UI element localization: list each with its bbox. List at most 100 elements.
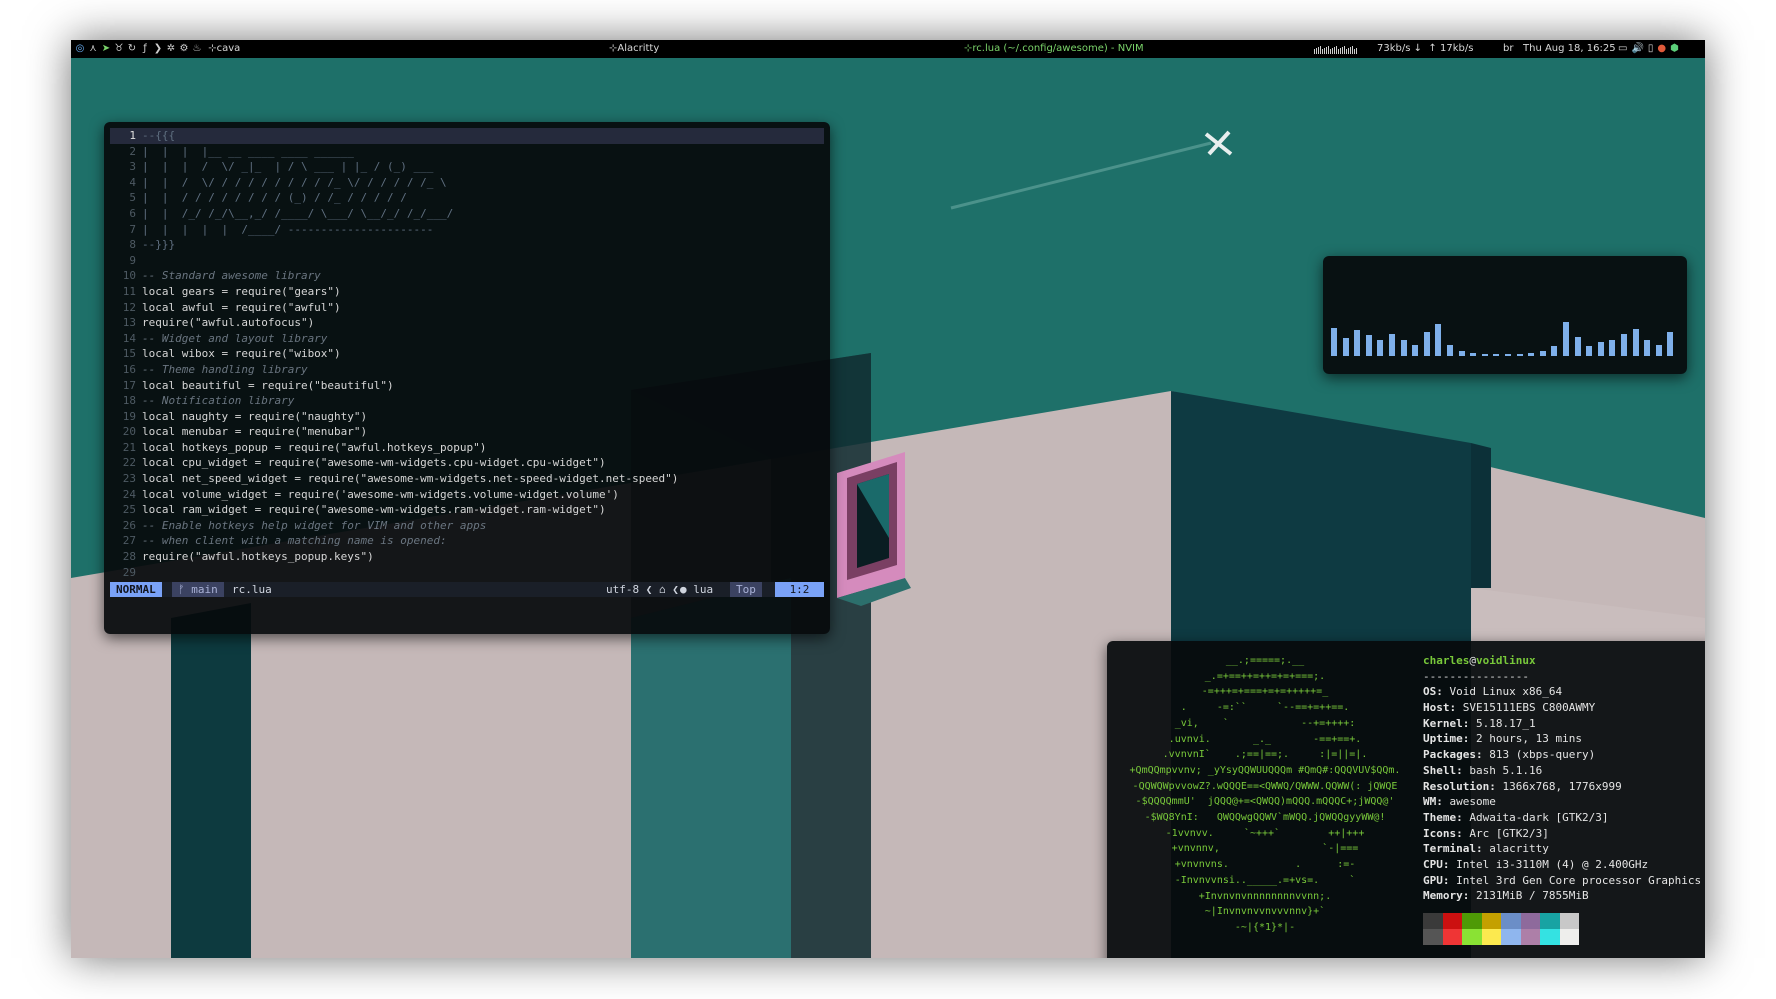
code-line[interactable]: 28 require("awful.hotkeys_popup.keys"): [110, 549, 824, 565]
code-line[interactable]: 10 -- Standard awesome library: [110, 268, 824, 284]
logo-line: -$WQ8YnI: QWQQwgQQWV`mWQQ.jQWQQgyyWW@!: [1144, 812, 1386, 824]
browser-icon[interactable]: ●: [1657, 40, 1666, 58]
arrow-icon[interactable]: ⋏: [88, 40, 98, 58]
battery-icon[interactable]: ▯: [1648, 40, 1654, 58]
line-number: 23: [122, 472, 136, 486]
line-number: 13: [122, 316, 136, 330]
line-number: 11: [122, 284, 136, 298]
visualizer-bar: [1400, 340, 1407, 356]
palette-swatch: [1423, 913, 1443, 929]
line-number: 7: [129, 222, 136, 236]
code-line[interactable]: 3 | | | / \/ _|_ | / \ ___ | |_ / (_) ___: [110, 159, 824, 175]
line-text: local wibox = require("wibox"): [142, 347, 341, 361]
info-value: Intel i3-3110M (4) @ 2.400GHz: [1456, 857, 1649, 871]
cpu-graph-bar: [1350, 47, 1351, 54]
line-number: 27: [122, 534, 136, 548]
code-line[interactable]: 4 | | / \/ / / / / / / / / /_ \/ / / / / …: [110, 175, 824, 191]
nvim-window[interactable]: 1 --{{{2 | | | |__ __ ____ ____ ______ 3 | |…: [104, 122, 830, 634]
code-line[interactable]: 12 local awful = require("awful"): [110, 300, 824, 316]
info-row: Resolution: 1366x768, 1776x999: [1423, 779, 1705, 795]
info-colon: :: [1475, 748, 1490, 762]
code-line[interactable]: 2 | | | |__ __ ____ ____ ______: [110, 144, 824, 160]
visualizer-bar: [1354, 329, 1361, 356]
taglist-cava[interactable]: ⊹cava: [208, 43, 240, 54]
neofetch-terminal[interactable]: __.;=====;.__ _.=+==++=++=+=+===;. -=+++=+…: [1107, 641, 1705, 958]
code-line[interactable]: 27 -- when client with a matching name is…: [110, 533, 824, 549]
info-key: Terminal: [1423, 842, 1476, 856]
code-line[interactable]: 5 | | / / / / / / / / (_) / /_ / / / / /: [110, 190, 824, 206]
palette-swatch: [1423, 929, 1443, 945]
info-row: Kernel: 5.18.17_1: [1423, 716, 1705, 732]
palette-swatch: [1520, 929, 1540, 945]
file-type: ● lua: [680, 583, 714, 596]
cpu-graph-bar: [1348, 48, 1349, 54]
line-number: 1: [129, 129, 136, 142]
info-value: Arc [GTK2/3]: [1469, 826, 1549, 840]
scroll-percent: Top: [730, 582, 762, 597]
volume-icon[interactable]: 🔊: [1631, 40, 1643, 58]
fedora-icon[interactable]: ƒ: [140, 40, 150, 58]
visualizer-bar: [1493, 353, 1500, 356]
line-text: require("awful.hotkeys_popup.keys"): [142, 550, 374, 564]
code-line[interactable]: 21 local hotkeys_popup = require("awful.h…: [110, 440, 824, 456]
palette-swatch: [1462, 913, 1482, 929]
line-number: 24: [122, 487, 136, 501]
code-line[interactable]: 7 | | | | | /____/ ----------------------: [110, 222, 824, 238]
terminal-prompt-icon[interactable]: ❯: [153, 40, 163, 58]
cog-icon[interactable]: ⚙: [179, 40, 189, 58]
refresh-icon[interactable]: ↻: [127, 40, 137, 58]
info-row: Icons: Arc [GTK2/3]: [1423, 826, 1705, 842]
code-line[interactable]: 26 -- Enable hotkeys help widget for VIM …: [110, 518, 824, 534]
line-number: 19: [122, 409, 136, 423]
code-line[interactable]: 16 -- Theme handling library: [110, 362, 824, 378]
network-icon[interactable]: ⬢: [1670, 40, 1679, 58]
code-line[interactable]: 8 --}}}: [110, 237, 824, 253]
code-line[interactable]: 1 --{{{: [110, 128, 824, 144]
line-text: -- Theme handling library: [142, 362, 308, 376]
code-line[interactable]: 24 local volume_widget = require('awesome…: [110, 487, 824, 503]
line-text: local volume_widget = require('awesome-w…: [142, 487, 619, 501]
net-up-value: 17kb/s: [1439, 43, 1474, 54]
line-number: 17: [122, 378, 136, 392]
launcher-icons: ◎ ⋏ ➤ ♉ ↻ ƒ ❯ ✲ ⚙ ♨ ⊹cava: [75, 40, 241, 58]
info-row: Uptime: 2 hours, 13 mins: [1423, 731, 1705, 747]
code-line[interactable]: 18 -- Notification library: [110, 393, 824, 409]
line-text: local awful = require("awful"): [142, 300, 341, 314]
code-line[interactable]: 20 local menubar = require("menubar"): [110, 424, 824, 440]
cat-icon[interactable]: ♉: [114, 40, 124, 58]
code-line[interactable]: 19 local naughty = require("naughty"): [110, 409, 824, 425]
flame-icon[interactable]: ♨: [192, 40, 202, 58]
leaf-icon[interactable]: ➤: [101, 40, 111, 58]
code-line[interactable]: 17 local beautiful = require("beautiful"): [110, 378, 824, 394]
code-line[interactable]: 29: [110, 565, 824, 581]
code-line[interactable]: 11 local gears = require("gears"): [110, 284, 824, 300]
code-line[interactable]: 13 require("awful.autofocus"): [110, 315, 824, 331]
screen-icon[interactable]: ▭: [1618, 40, 1627, 58]
code-line[interactable]: 9: [110, 253, 824, 269]
cursor-position: 1:2: [775, 582, 824, 597]
info-key: Icons: [1423, 826, 1457, 840]
task-alacritty[interactable]: ⊹Alacritty: [609, 40, 659, 58]
visualizer-bar: [1597, 341, 1604, 356]
info-row: Shell: bash 5.1.16: [1423, 763, 1705, 779]
code-line[interactable]: 15 local wibox = require("wibox"): [110, 346, 824, 362]
cpu-graph-bar: [1354, 49, 1355, 54]
code-line[interactable]: 14 -- Widget and layout library: [110, 331, 824, 347]
info-value: 2 hours, 13 mins: [1476, 732, 1582, 746]
cpu-graph-bar: [1338, 49, 1339, 54]
code-line[interactable]: 23 local net_speed_widget = require("awes…: [110, 471, 824, 487]
code-line[interactable]: 22 local cpu_widget = require("awesome-wm…: [110, 455, 824, 471]
code-line[interactable]: 6 | | /_/ /_/\__,_/ /____/ \___/ \__/_/ /…: [110, 206, 824, 222]
clock[interactable]: Thu Aug 18, 16:25: [1523, 40, 1616, 58]
logo-line: +QmQQmpvvnv; _yYsyQQWUUQQQm #QmQ#:QQQVUV…: [1129, 764, 1401, 776]
task-nvim[interactable]: ⊹rc.lua (~/.config/awesome) - NVIM: [964, 40, 1144, 58]
void-logo-icon[interactable]: ◎: [75, 40, 85, 58]
code-line[interactable]: 25 local ram_widget = require("awesome-wm…: [110, 502, 824, 518]
editor-buffer[interactable]: 1 --{{{2 | | | |__ __ ____ ____ ______ 3 | |…: [110, 128, 824, 580]
visualizer-bar: [1435, 324, 1442, 356]
cpu-graph-bar: [1344, 46, 1345, 54]
logo-line: __.;=====;.__: [1225, 655, 1305, 666]
gear-icon[interactable]: ✲: [166, 40, 176, 58]
keyboard-layout[interactable]: br: [1503, 40, 1513, 58]
cava-visualizer-window[interactable]: [1323, 256, 1687, 374]
